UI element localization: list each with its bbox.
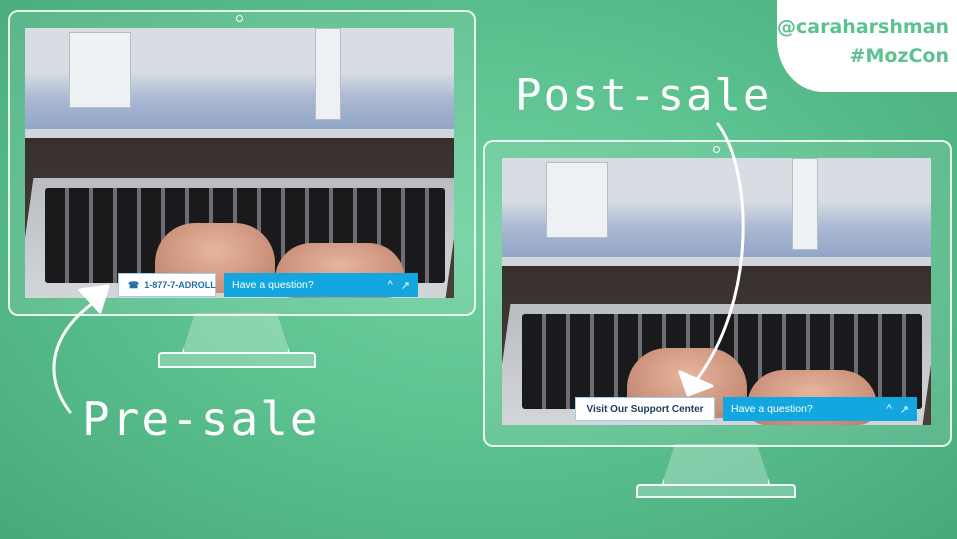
annotation-arrows [52, 122, 745, 414]
post-sale-label: Post-sale [515, 70, 772, 121]
post-sale-arrowhead [678, 370, 714, 397]
post-sale-arrow [693, 122, 745, 384]
pre-sale-label: Pre-sale [82, 392, 320, 446]
